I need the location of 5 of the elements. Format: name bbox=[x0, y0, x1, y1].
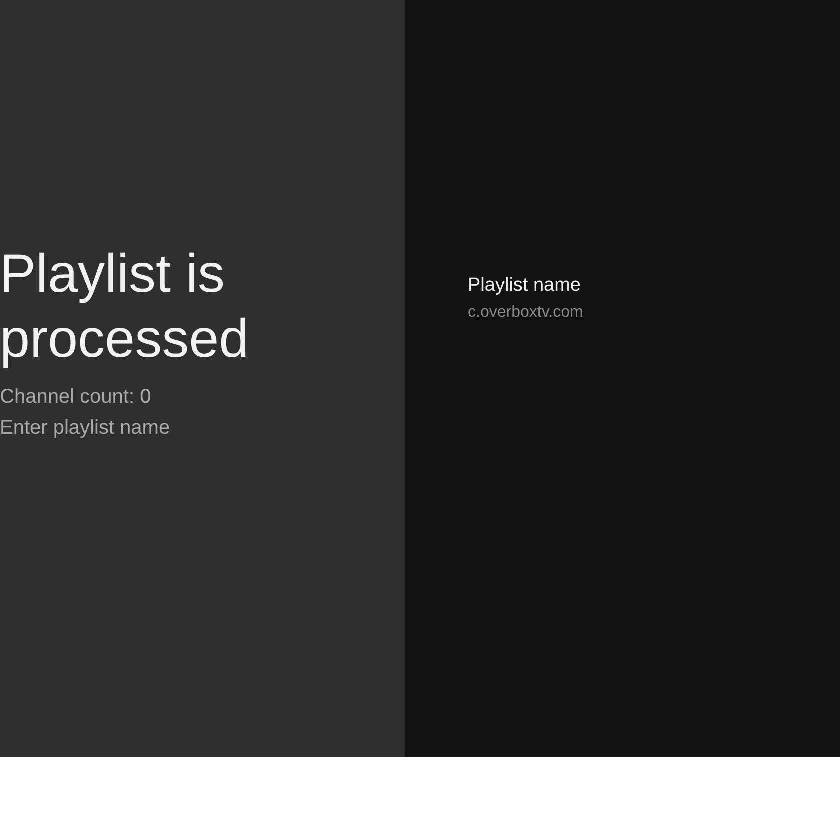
guidance-title: Playlist is processed bbox=[0, 243, 250, 371]
action-description: c.overboxtv.com bbox=[468, 303, 584, 323]
action-title[interactable]: Playlist name bbox=[468, 273, 840, 299]
guidance-description: Enter playlist name bbox=[0, 416, 172, 441]
guidance-description: Channel count: 0 bbox=[0, 385, 152, 410]
